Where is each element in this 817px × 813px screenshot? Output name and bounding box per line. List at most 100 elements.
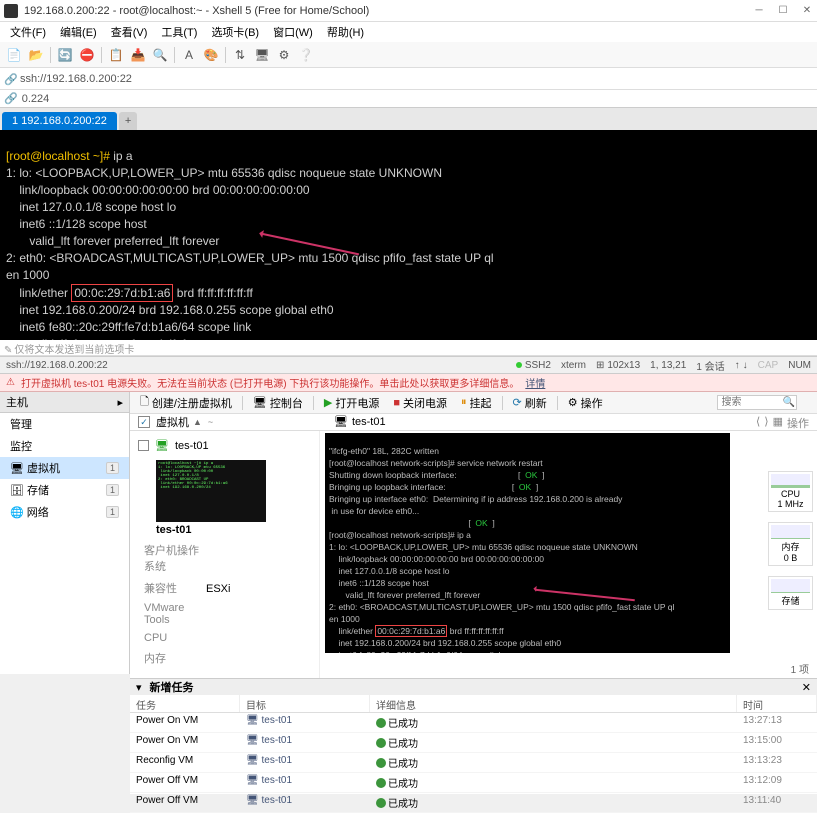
- menu-help[interactable]: 帮助(H): [321, 22, 370, 42]
- vm-console-overlay[interactable]: "ifcfg-eth0" 18L, 282C written [root@loc…: [325, 433, 730, 653]
- reconnect-button[interactable]: 🔄: [55, 45, 75, 65]
- vm-icon: 🖥: [246, 755, 261, 766]
- vm-refresh-button[interactable]: ⟳刷新: [509, 393, 551, 413]
- collapse-tasks-icon[interactable]: ▾: [136, 681, 142, 694]
- paste-button[interactable]: 📥: [128, 45, 148, 65]
- warning-icon: ⚠: [6, 377, 15, 388]
- status-connection: ssh://192.168.0.200:22: [6, 360, 506, 371]
- actions-dropdown[interactable]: 操作: [787, 415, 809, 431]
- vm-icon: 🖥: [246, 735, 261, 746]
- pause-icon: ⏸: [461, 396, 467, 409]
- copy-button[interactable]: 📋: [106, 45, 126, 65]
- sort-icon[interactable]: ▲: [193, 417, 202, 427]
- task-row[interactable]: Power Off VM🖥 tes-t01 已成功13:11:40: [130, 793, 817, 813]
- menu-edit[interactable]: 编辑(E): [54, 22, 103, 42]
- options-button[interactable]: ⚙: [274, 45, 294, 65]
- select-all-checkbox[interactable]: ✓: [138, 416, 150, 428]
- vm-actions-button[interactable]: ⚙操作: [564, 393, 607, 413]
- sidebar-item-storage[interactable]: 🗄 存储1: [0, 479, 129, 501]
- vm-create-button[interactable]: 🗋创建/注册虚拟机: [136, 391, 236, 414]
- vm-icon: 🖥: [334, 415, 348, 428]
- warning-link[interactable]: 详情: [525, 375, 545, 390]
- disconnect-button[interactable]: ⛔: [77, 45, 97, 65]
- vm-toolbar: 🗋创建/注册虚拟机 🖥控制台 ▶打开电源 ■关闭电源 ⏸挂起 ⟳刷新 ⚙操作 🔍: [130, 392, 817, 414]
- task-row[interactable]: Power Off VM🖥 tes-t01 已成功13:12:09: [130, 773, 817, 793]
- task-row[interactable]: Reconfig VM🖥 tes-t01 已成功13:13:23: [130, 753, 817, 773]
- maximize-button[interactable]: ☐: [777, 5, 789, 17]
- down-icon: ↓: [743, 360, 748, 371]
- sidebar-item-vms[interactable]: 🖥 虚拟机1: [0, 457, 129, 479]
- vm-poweroff-button[interactable]: ■关闭电源: [389, 393, 451, 413]
- task-row[interactable]: Power On VM🖥 tes-t01 已成功13:27:13: [130, 713, 817, 733]
- find-button[interactable]: 🔍: [150, 45, 170, 65]
- sidebar-item-network[interactable]: 🌐 网络1: [0, 501, 129, 523]
- tasks-header: ▾ 新增任务 ✕: [130, 679, 817, 695]
- task-row[interactable]: Power On VM🖥 tes-t01 已成功13:15:00: [130, 733, 817, 753]
- vm-suspend-button[interactable]: ⏸挂起: [457, 393, 496, 413]
- success-icon: [376, 798, 386, 808]
- vm-search-input[interactable]: [717, 395, 797, 410]
- vm-workspace: 主机▸ 管理 监控 🖥 虚拟机1 🗄 存储1 🌐 网络1 🗋创建/注册虚拟机 🖥…: [0, 392, 817, 674]
- session-tab-active[interactable]: 1 192.168.0.200:22: [2, 112, 117, 130]
- success-icon: [376, 758, 386, 768]
- window-title: 192.168.0.200:22 - root@localhost:~ - Xs…: [24, 5, 753, 17]
- link-icon: 🔗: [4, 92, 18, 105]
- window-titlebar: 192.168.0.200:22 - root@localhost:~ - Xs…: [0, 0, 817, 22]
- vm-poweron-button[interactable]: ▶打开电源: [320, 393, 383, 413]
- metric-mem: 内存0 B: [768, 522, 813, 566]
- address-text[interactable]: ssh://192.168.0.200:22: [20, 73, 813, 85]
- menu-tools[interactable]: 工具(T): [155, 22, 203, 42]
- vm-row-checkbox[interactable]: [138, 440, 149, 451]
- vm-name: tes-t01: [175, 440, 209, 452]
- vm-status-icon: 🖥: [155, 439, 169, 452]
- vm-view-controls: ⟨ ⟩ ▦ 操作: [756, 415, 809, 431]
- vm-list-row[interactable]: 🖥 tes-t01: [138, 437, 311, 454]
- warning-bar: ⚠ 打开虚拟机 tes-t01 电源失败。无法在当前状态 (已打开电源) 下执行…: [0, 374, 817, 392]
- annotation-arrow-2: [535, 589, 635, 601]
- tasks-close-icon[interactable]: ✕: [802, 681, 811, 694]
- pager: 1 项: [791, 661, 809, 676]
- help-button[interactable]: ❔: [296, 45, 316, 65]
- tasks-rows: Power On VM🖥 tes-t01 已成功13:27:13Power On…: [130, 713, 817, 813]
- success-icon: [376, 778, 386, 788]
- vm-console-button[interactable]: 🖥控制台: [249, 393, 307, 413]
- vm-list-column: 🖥 tes-t01 root@localhost ~]# ip a 1: lo:…: [130, 431, 320, 678]
- minimize-button[interactable]: ─: [753, 5, 765, 17]
- menu-view[interactable]: 查看(V): [105, 22, 154, 42]
- vm-list-header: ✓ 虚拟机 ▲ ~: [130, 414, 817, 431]
- warning-text: 打开虚拟机 tes-t01 电源失败。无法在当前状态 (已打开电源) 下执行该功…: [21, 375, 519, 390]
- menu-file[interactable]: 文件(F): [4, 22, 52, 42]
- vm-icon: 🖥: [246, 775, 261, 786]
- new-tab-button[interactable]: +: [119, 112, 137, 130]
- sidebar-item-manage[interactable]: 管理: [0, 413, 129, 435]
- menu-window[interactable]: 窗口(W): [267, 22, 319, 42]
- vm-icon: 🖥: [246, 715, 261, 726]
- transfer-button[interactable]: ⇅: [230, 45, 250, 65]
- next-icon[interactable]: ⟩: [764, 415, 768, 431]
- open-button[interactable]: 📂: [26, 45, 46, 65]
- prompt: [root@localhost ~]#: [6, 149, 110, 163]
- compose-hint[interactable]: ✎仅将文本发送到当前选项卡: [0, 340, 817, 356]
- metric-cpu: CPU1 MHz: [768, 471, 813, 512]
- close-button[interactable]: ✕: [801, 5, 813, 17]
- storage-icon: 🗄: [10, 485, 27, 497]
- collapse-icon[interactable]: ▸: [117, 396, 123, 409]
- terminal[interactable]: [root@localhost ~]# ip a 1: lo: <LOOPBAC…: [0, 130, 817, 340]
- sidebar-item-monitor[interactable]: 监控: [0, 435, 129, 457]
- refresh-icon: ⟳: [513, 396, 522, 409]
- vm-icon: 🖥: [10, 463, 27, 475]
- prev-icon[interactable]: ⟨: [756, 415, 760, 431]
- vm-console-thumbnail[interactable]: root@localhost ~]# ip a 1: lo: LOOPBACK,…: [156, 460, 266, 522]
- success-icon: [376, 718, 386, 728]
- vm-item-title: tes-t01: [156, 524, 311, 536]
- color-button[interactable]: 🎨: [201, 45, 221, 65]
- session-tabbar: 1 192.168.0.200:22 +: [0, 108, 817, 130]
- mac-address-highlight-2: 00:0c:29:7d:b1:a6: [375, 625, 447, 637]
- new-session-button[interactable]: 📄: [4, 45, 24, 65]
- screen-button[interactable]: 🖥: [252, 45, 272, 65]
- menu-tabs[interactable]: 选项卡(B): [205, 22, 265, 42]
- grid-view-icon[interactable]: ▦: [773, 415, 783, 431]
- font-button[interactable]: A: [179, 45, 199, 65]
- tasks-panel: ▾ 新增任务 ✕ 任务 目标 详细信息 时间 Power On VM🖥 tes-…: [130, 678, 817, 794]
- host-label-bar: 🔗 0.224: [0, 90, 817, 108]
